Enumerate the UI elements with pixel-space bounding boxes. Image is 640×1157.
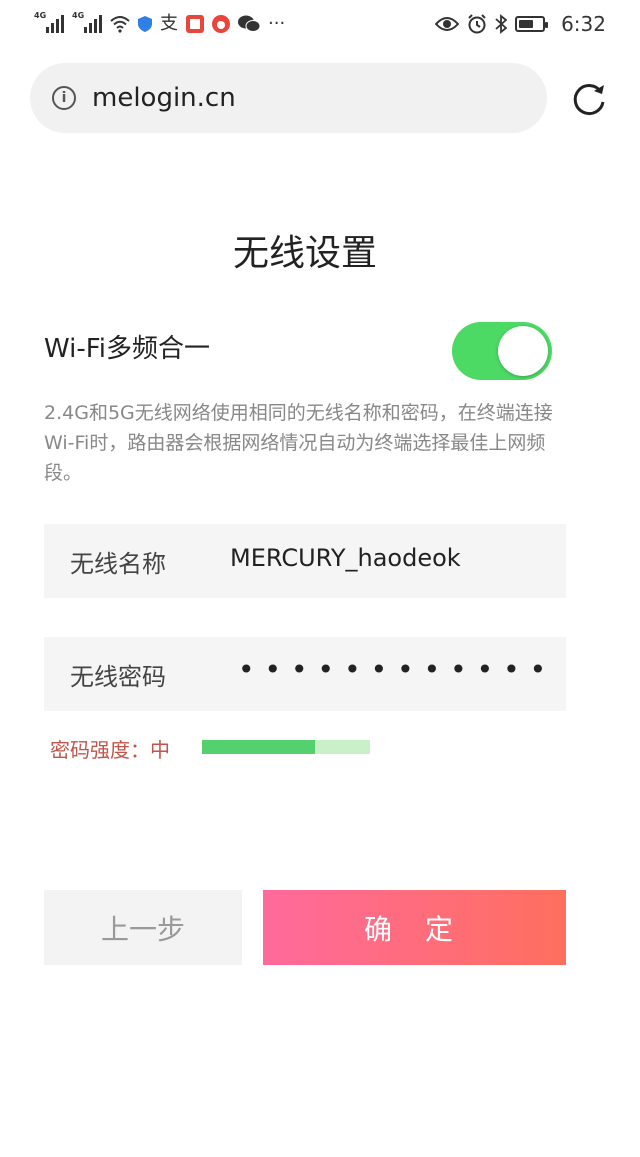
- password-label: 无线密码: [70, 663, 166, 691]
- password-strength: 密码强度：中: [50, 732, 390, 762]
- strength-bar-fill: [202, 740, 315, 754]
- more-notifications: ···: [268, 13, 286, 34]
- strength-label: 密码强度：中: [50, 738, 170, 762]
- book-icon: [186, 15, 204, 33]
- sim2-label: 4G: [72, 11, 85, 20]
- clock: 6:32: [561, 12, 606, 36]
- ssid-field[interactable]: 无线名称 MERCURY_haodeok: [44, 524, 566, 598]
- strength-bar: [202, 740, 370, 754]
- info-icon[interactable]: i: [52, 86, 76, 110]
- ssid-input[interactable]: MERCURY_haodeok: [230, 544, 461, 572]
- weibo-icon: [212, 15, 230, 33]
- password-input[interactable]: ••••••••••••: [238, 653, 556, 686]
- ssid-label: 无线名称: [70, 550, 166, 578]
- status-right: 6:32: [435, 12, 606, 36]
- status-left: 4G 4G 支 ···: [34, 11, 286, 34]
- eye-icon: [435, 17, 460, 31]
- sim1-label: 4G: [34, 11, 47, 20]
- toggle-knob: [498, 326, 548, 376]
- battery-icon: [515, 16, 549, 32]
- wifi-icon: [110, 16, 130, 33]
- signal-icon-2: 4G: [72, 11, 102, 33]
- shield-icon: [138, 16, 152, 32]
- url-text: melogin.cn: [92, 83, 236, 113]
- alarm-icon: [468, 14, 486, 34]
- page-title: 无线设置: [232, 233, 377, 274]
- wifi-merge-description: 2.4G和5G无线网络使用相同的无线名称和密码，在终端连接Wi-Fi时，路由器会…: [44, 402, 553, 484]
- wifi-merge-row: Wi-Fi多频合一: [44, 322, 564, 380]
- wifi-merge-toggle[interactable]: [452, 322, 552, 380]
- prev-button[interactable]: 上一步: [44, 890, 242, 965]
- confirm-button[interactable]: 确 定: [263, 890, 566, 965]
- password-field[interactable]: 无线密码 ••••••••••••: [44, 637, 566, 711]
- alipay-icon: 支: [160, 13, 178, 34]
- signal-icon: 4G: [34, 11, 64, 33]
- address-bar[interactable]: i melogin.cn: [30, 63, 547, 133]
- bluetooth-icon: [495, 14, 508, 34]
- wechat-icon: [238, 15, 260, 32]
- reload-icon[interactable]: [570, 80, 608, 118]
- status-bar: 4G 4G 支 ··· 6:32: [0, 0, 640, 48]
- wifi-merge-label: Wi-Fi多频合一: [44, 334, 211, 364]
